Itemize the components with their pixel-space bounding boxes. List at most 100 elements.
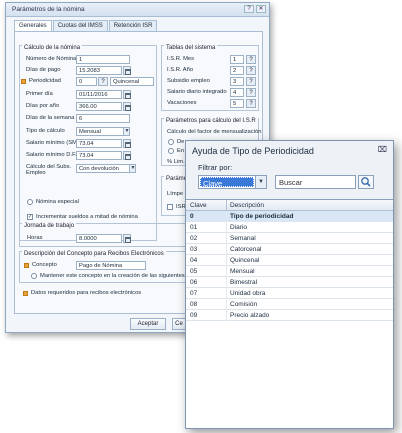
periodicidad-label: Periodicidad — [29, 78, 61, 84]
vacaciones-field[interactable]: 5 — [230, 99, 244, 108]
nomina-especial-radio[interactable] — [27, 199, 33, 205]
calculo-group-title: Cálculo de la nómina — [22, 45, 83, 51]
mantener-radio[interactable] — [31, 273, 37, 279]
calculator-icon[interactable] — [123, 139, 131, 148]
required-marker-icon — [21, 79, 26, 84]
row-descripcion: Quincenal — [230, 257, 260, 264]
factor-option-2-radio[interactable] — [168, 148, 174, 154]
periodicidad-field[interactable]: 0 — [76, 77, 97, 86]
isr-group-title: Parámetros para cálculo del I.S.R — [164, 118, 258, 124]
row-clave: 06 — [190, 279, 198, 286]
dias-pago-field[interactable]: 15.2083 — [76, 66, 122, 75]
chevron-down-icon[interactable]: ▼ — [255, 176, 266, 188]
calculo-nomina-group: Cálculo de la nómina Número de Nómina 1 … — [19, 45, 157, 241]
salario-minimo-label: Salario mínimo (SM) — [26, 140, 79, 146]
help-button[interactable]: ? — [244, 5, 254, 13]
sdi-lookup-button[interactable]: ? — [246, 88, 256, 97]
incrementar-label: Incrementar sueldos a mitad de nómina — [36, 214, 138, 220]
dias-anio-label: Días por año — [26, 103, 60, 109]
column-header-clave[interactable]: Clave — [190, 202, 207, 209]
calculator-icon[interactable] — [123, 102, 131, 111]
calculator-icon[interactable] — [123, 234, 131, 243]
table-row[interactable]: 07 Unidad obra — [186, 288, 393, 299]
primer-dia-field[interactable]: 01/11/2016 — [76, 90, 122, 99]
chevron-down-icon[interactable]: ▼ — [129, 165, 135, 172]
calculo-subsidio-label: Cálculo del Subs. Empleo — [26, 164, 72, 176]
calculator-icon[interactable] — [123, 151, 131, 160]
table-row[interactable]: 0 Tipo de periodicidad — [186, 211, 393, 222]
vacaciones-lookup-button[interactable]: ? — [246, 99, 256, 108]
periodicidad-lookup-button[interactable]: ? — [98, 77, 108, 86]
table-row[interactable]: 04 Quincenal — [186, 255, 393, 266]
isr-anio-field[interactable]: 2 — [230, 66, 244, 75]
required-marker-icon — [23, 291, 28, 296]
tablas-sistema-group: Tablas del sistema I.S.R. Mes 1 ? I.S.R.… — [161, 45, 259, 111]
dias-anio-field[interactable]: 366.00 — [76, 102, 122, 111]
filter-select[interactable]: Clave ▼ — [198, 175, 267, 189]
row-descripcion: Catorcenal — [230, 246, 262, 253]
salario-minimo-field[interactable]: 73.04 — [76, 139, 122, 148]
aceptar-button[interactable]: Aceptar — [130, 318, 166, 330]
table-row[interactable]: 01 Diario — [186, 222, 393, 233]
tab-cuotas-imss[interactable]: Cuotas del IMSS — [52, 20, 108, 31]
isr-mes-field[interactable]: 1 — [230, 55, 244, 64]
calendar-icon[interactable] — [123, 90, 131, 99]
column-header-descripcion[interactable]: Descripción — [230, 202, 264, 209]
isr-mes-lookup-button[interactable]: ? — [246, 55, 256, 64]
table-row[interactable]: 05 Mensual — [186, 266, 393, 277]
close-window-button[interactable]: ✕ — [256, 5, 266, 13]
incrementar-checkbox[interactable]: ✓ — [27, 214, 33, 220]
dias-semana-label: Días de la semana — [26, 115, 75, 121]
table-row[interactable]: 06 Bimestral — [186, 277, 393, 288]
row-descripcion: Unidad obra — [230, 290, 266, 297]
numero-nomina-field[interactable]: 1 — [76, 55, 130, 64]
row-clave: 03 — [190, 246, 198, 253]
periodicidad-grid: Clave Descripción 0 Tipo de periodicidad… — [186, 199, 393, 428]
dias-pago-label: Días de pago — [26, 67, 61, 73]
vacaciones-label: Vacaciones — [167, 100, 197, 106]
calculator-icon[interactable] — [123, 66, 131, 75]
tab-retencion-isr[interactable]: Retención ISR — [108, 20, 158, 31]
subsidio-field[interactable]: 3 — [230, 77, 244, 86]
close-icon[interactable]: ⌧ — [378, 145, 387, 154]
row-descripcion: Semanal — [230, 235, 256, 242]
table-row[interactable]: 08 Comisión — [186, 299, 393, 310]
tablas-group-title: Tablas del sistema — [164, 45, 218, 51]
calculo-subsidio-select[interactable]: Con devolución ▼ — [76, 164, 136, 173]
factor-option-1-radio[interactable] — [168, 139, 174, 145]
table-row[interactable]: 02 Semanal — [186, 233, 393, 244]
grid-header: Clave Descripción — [186, 200, 393, 211]
isr-anio-label: I.S.R. Año — [167, 67, 194, 73]
chevron-down-icon[interactable]: ▼ — [123, 128, 129, 135]
sdi-field[interactable]: 4 — [230, 88, 244, 97]
row-descripcion: Mensual — [230, 268, 255, 275]
row-clave: 04 — [190, 257, 198, 264]
table-row[interactable]: 03 Catorcenal — [186, 244, 393, 255]
numero-nomina-label: Número de Nómina — [26, 56, 77, 62]
jornada-group-title: Jornada de trabajo — [22, 223, 77, 229]
window-title: Parámetros de la nómina — [12, 6, 85, 13]
mantener-label: Mantener este concepto en la creación de… — [40, 273, 209, 279]
row-descripcion: Diario — [230, 224, 247, 231]
window-titlebar: Parámetros de la nómina ? ✕ — [6, 3, 269, 17]
search-button[interactable] — [358, 175, 374, 189]
salario-minimo-df-field[interactable]: 73.04 — [76, 151, 122, 160]
isr-en-checkbox[interactable] — [167, 204, 173, 210]
calculo-subsidio-value: Con devolución — [79, 166, 119, 172]
table-row[interactable]: 09 Precio alzado — [186, 310, 393, 321]
subsidio-lookup-button[interactable]: ? — [246, 77, 256, 86]
tipo-calculo-value: Mensual — [79, 129, 101, 135]
row-clave: 09 — [190, 312, 198, 319]
isr-anio-lookup-button[interactable]: ? — [246, 66, 256, 75]
filter-label: Filtrar por: — [198, 163, 233, 172]
nomina-especial-label: Nómina especial — [36, 199, 79, 205]
search-input[interactable]: Buscar — [275, 175, 356, 189]
horas-field[interactable]: 8.0000 — [76, 234, 122, 243]
concepto-field[interactable]: Pago de Nómina — [76, 261, 146, 270]
tipo-calculo-label: Tipo de cálculo — [26, 128, 65, 134]
filter-selected-value: Clave — [200, 177, 254, 188]
dias-semana-field[interactable]: 6 — [76, 114, 130, 123]
cerrar-button[interactable]: Ce — [172, 318, 186, 330]
periodicidad-help-dialog: Ayuda de Tipo de Periodicidad ⌧ Filtrar … — [185, 140, 394, 429]
tipo-calculo-select[interactable]: Mensual ▼ — [76, 127, 130, 136]
